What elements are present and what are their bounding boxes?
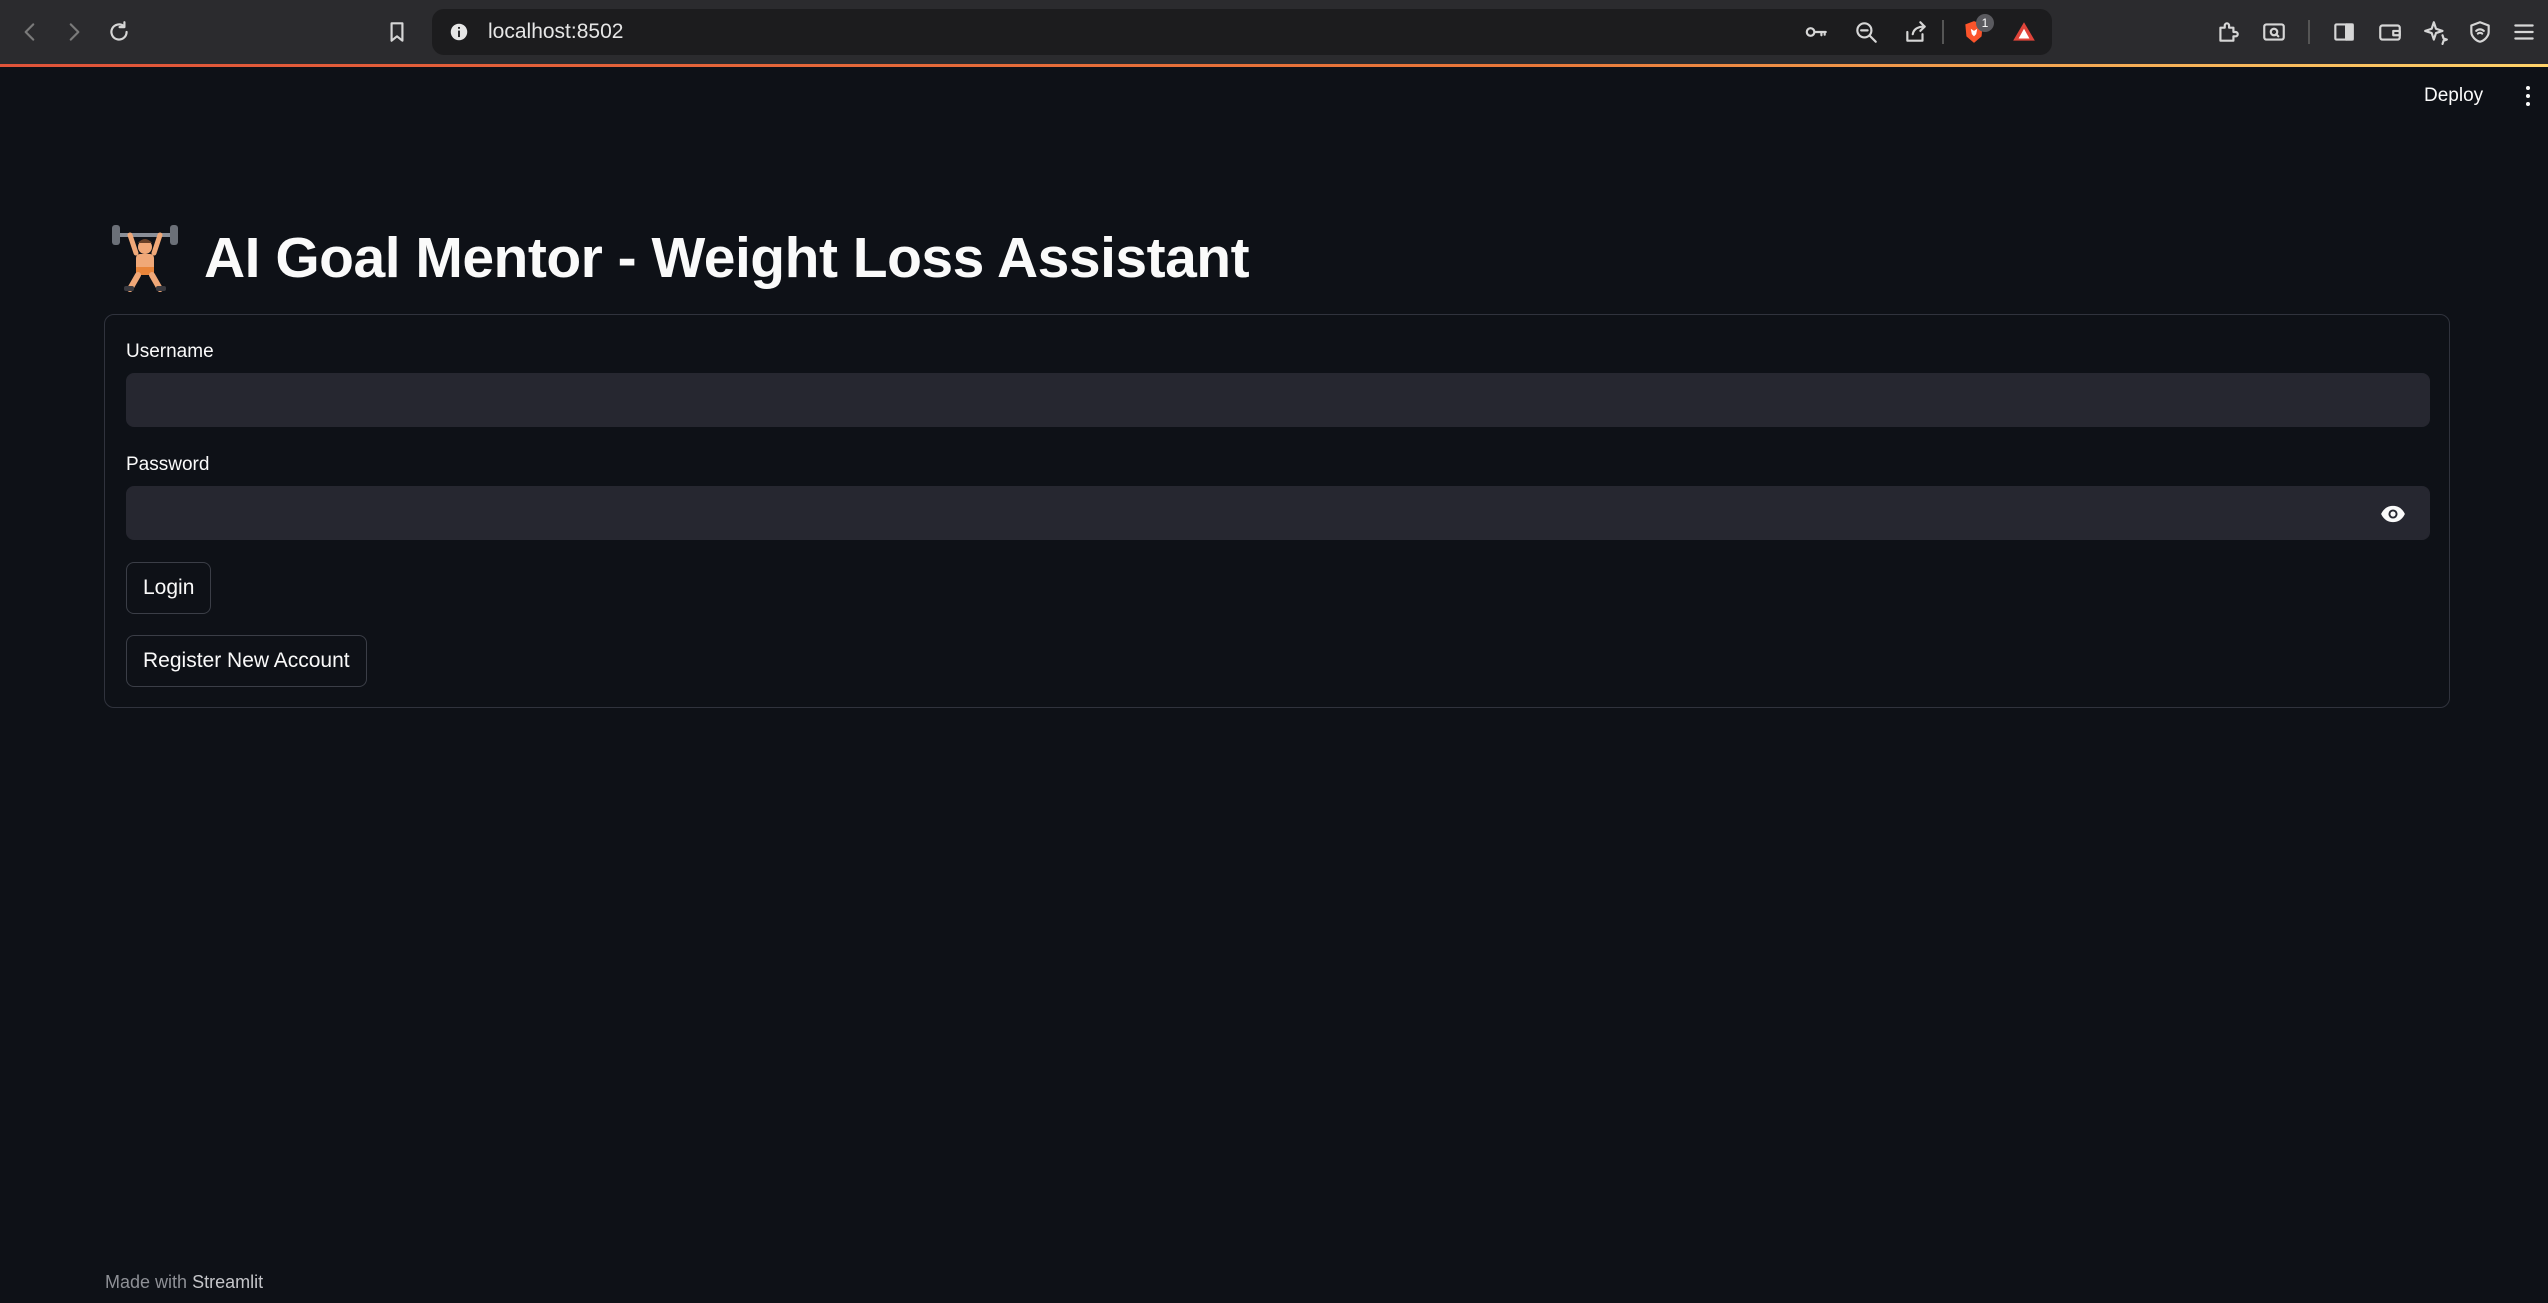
vpn-icon[interactable] — [2462, 14, 2498, 50]
key-icon[interactable] — [1798, 14, 1834, 50]
menu-icon[interactable] — [2506, 14, 2542, 50]
login-button[interactable]: Login — [126, 562, 212, 614]
main-menu-icon[interactable] — [2516, 80, 2540, 112]
bookmark-icon[interactable] — [379, 14, 415, 50]
brave-shields-icon[interactable]: 1 — [1956, 14, 1994, 50]
page-load-bar — [0, 64, 2548, 67]
page-heading: AI Goal Mentor - Weight Loss Assistant — [110, 218, 1250, 298]
site-info-icon[interactable] — [446, 19, 472, 45]
zoom-out-icon[interactable] — [1848, 14, 1884, 50]
forward-icon[interactable] — [56, 14, 92, 50]
leo-ai-icon[interactable] — [2418, 14, 2454, 50]
page-title: AI Goal Mentor - Weight Loss Assistant — [204, 226, 1250, 290]
weightlifter-icon — [112, 225, 178, 292]
address-bar[interactable]: localhost:8502 1 — [432, 9, 2052, 55]
password-label: Password — [126, 454, 210, 475]
urlbar-divider — [1942, 20, 1944, 44]
browser-toolbar: localhost:8502 1 — [0, 0, 2548, 64]
share-icon[interactable] — [1898, 14, 1934, 50]
wallet-icon[interactable] — [2372, 14, 2408, 50]
deploy-button[interactable]: Deploy — [2416, 80, 2491, 112]
extensions-icon[interactable] — [2210, 14, 2246, 50]
back-icon[interactable] — [12, 14, 48, 50]
password-input[interactable] — [126, 486, 2430, 540]
streamlit-link[interactable]: Streamlit — [192, 1272, 263, 1292]
reader-mode-icon[interactable] — [2256, 14, 2292, 50]
brave-rewards-icon[interactable] — [2006, 14, 2042, 50]
footer-made-with: Made with — [105, 1272, 188, 1292]
username-input[interactable] — [126, 373, 2430, 427]
register-button[interactable]: Register New Account — [126, 635, 367, 687]
footer: Made with Streamlit — [105, 1272, 263, 1293]
sidebar-icon[interactable] — [2326, 14, 2362, 50]
username-label: Username — [126, 341, 214, 362]
shields-badge: 1 — [1976, 14, 1994, 32]
toolbar-divider — [2308, 20, 2310, 44]
login-form: Username Password Login Register New Acc… — [104, 314, 2450, 708]
reload-icon[interactable] — [101, 14, 137, 50]
url-text[interactable]: localhost:8502 — [488, 9, 623, 55]
show-password-icon[interactable] — [2379, 500, 2407, 528]
